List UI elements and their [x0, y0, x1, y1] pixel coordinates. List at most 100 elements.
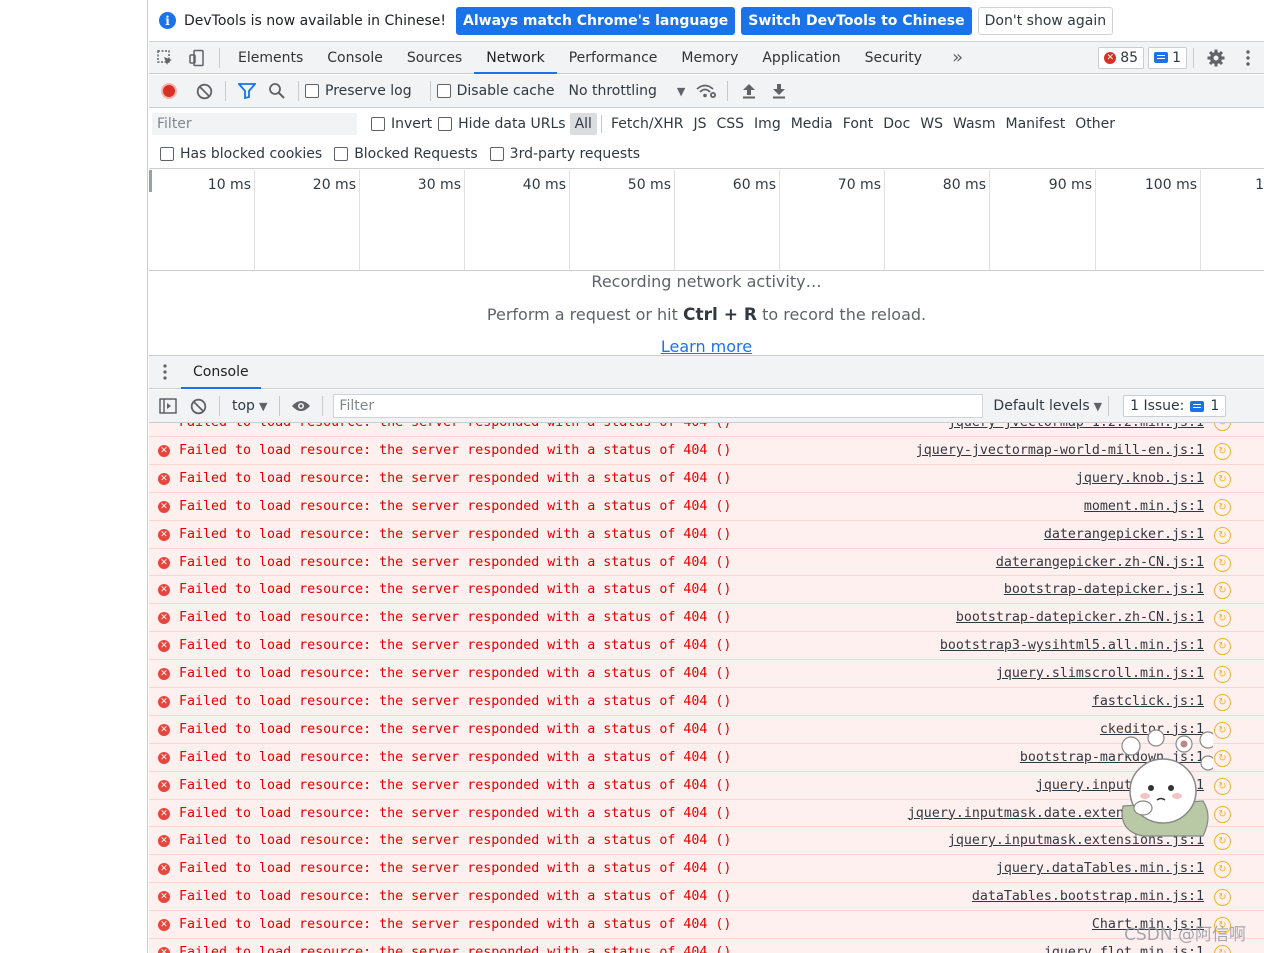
hide-data-urls-checkbox[interactable]: Hide data URLs — [438, 116, 566, 132]
network-conditions-icon[interactable] — [691, 76, 721, 106]
type-filter-other[interactable]: Other — [1070, 113, 1120, 135]
preserve-log-checkbox[interactable]: Preserve log — [305, 83, 412, 99]
console-message-source-link[interactable]: moment.min.js:1 — [1084, 499, 1204, 514]
console-message-source-link[interactable]: jquery.slimscroll.min.js:1 — [996, 666, 1204, 681]
type-filter-ws[interactable]: WS — [915, 113, 948, 135]
tab-performance[interactable]: Performance — [557, 42, 670, 74]
insights-bulb-icon[interactable]: ↻ — [1214, 610, 1231, 628]
checkbox-box[interactable] — [305, 84, 319, 98]
log-levels-select[interactable]: Default levels ▼ — [993, 398, 1102, 414]
timeline-tick: 80 ms — [885, 170, 990, 270]
network-overview-timeline[interactable]: 10 ms 20 ms 30 ms 40 ms 50 ms 60 ms 70 m… — [149, 170, 1264, 271]
live-expression-eye-icon[interactable] — [286, 391, 316, 421]
console-message-source-link[interactable]: bootstrap3-wysihtml5.all.min.js:1 — [940, 638, 1204, 653]
console-message-source-link[interactable]: fastclick.js:1 — [1092, 694, 1204, 709]
type-filter-manifest[interactable]: Manifest — [1001, 113, 1071, 135]
insights-bulb-icon[interactable]: ↻ — [1214, 498, 1231, 516]
record-button[interactable] — [161, 83, 177, 99]
console-message-source-link[interactable]: jquery-jvectormap-1.2.2.min.js:1 — [948, 423, 1204, 430]
type-filter-doc[interactable]: Doc — [878, 113, 915, 135]
switch-language-button[interactable]: Switch DevTools to Chinese — [741, 6, 972, 35]
kebab-menu-icon[interactable] — [1232, 42, 1264, 74]
console-message-source-link[interactable]: daterangepicker.zh-CN.js:1 — [996, 555, 1204, 570]
settings-gear-icon[interactable] — [1200, 42, 1232, 74]
type-filter-media[interactable]: Media — [786, 113, 838, 135]
tab-network[interactable]: Network — [474, 42, 558, 74]
type-filter-js[interactable]: JS — [688, 113, 711, 135]
tab-application[interactable]: Application — [750, 42, 852, 74]
search-icon[interactable] — [262, 76, 292, 106]
console-message-source-link[interactable]: jquery-jvectormap-world-mill-en.js:1 — [916, 443, 1204, 458]
has-blocked-cookies-checkbox[interactable]: Has blocked cookies — [160, 146, 322, 162]
console-message-source-link[interactable]: bootstrap-datepicker.js:1 — [1004, 582, 1204, 597]
sidebar-toggle-icon[interactable] — [153, 391, 183, 421]
insights-bulb-icon[interactable]: ↻ — [1214, 833, 1231, 851]
console-message-source-link[interactable]: jquery.knob.js:1 — [1076, 471, 1204, 486]
insights-bulb-icon[interactable]: ↻ — [1214, 694, 1231, 712]
insights-bulb-icon[interactable]: ↻ — [1214, 861, 1231, 879]
insights-bulb-icon[interactable]: ↻ — [1214, 526, 1231, 544]
checkbox-box[interactable] — [160, 146, 174, 161]
match-language-button[interactable]: Always match Chrome's language — [456, 6, 736, 35]
console-filter-input[interactable]: Filter — [333, 394, 984, 418]
disable-cache-checkbox[interactable]: Disable cache — [436, 83, 554, 99]
tab-sources[interactable]: Sources — [395, 42, 474, 74]
console-message-source-link[interactable]: jquery.flot.min.js:1 — [1044, 945, 1204, 953]
message-count-badge[interactable]: 1 — [1148, 46, 1187, 69]
context-select[interactable]: top ▼ — [226, 398, 273, 414]
insights-bulb-icon[interactable]: ↻ — [1214, 777, 1231, 795]
tab-elements[interactable]: Elements — [226, 42, 315, 74]
insights-bulb-icon[interactable]: ↻ — [1214, 554, 1231, 572]
tab-memory[interactable]: Memory — [669, 42, 750, 74]
type-filter-font[interactable]: Font — [838, 113, 878, 135]
insights-bulb-icon[interactable]: ↻ — [1214, 805, 1231, 823]
console-message-source-link[interactable]: bootstrap-datepicker.zh-CN.js:1 — [956, 610, 1204, 625]
inspect-element-icon[interactable] — [149, 42, 181, 74]
export-har-icon[interactable] — [764, 76, 794, 106]
console-message-text: Failed to load resource: the server resp… — [179, 666, 732, 682]
insights-bulb-icon[interactable]: ↻ — [1214, 638, 1231, 656]
type-filter-img[interactable]: Img — [749, 113, 786, 135]
more-tabs-icon[interactable]: » — [940, 42, 975, 74]
checkbox-box[interactable] — [438, 117, 453, 131]
error-count-badge[interactable]: ✕ 85 — [1098, 46, 1145, 69]
insights-bulb-icon[interactable]: ↻ — [1214, 470, 1231, 488]
third-party-requests-checkbox[interactable]: 3rd-party requests — [489, 146, 640, 162]
console-message-source-link[interactable]: jquery.dataTables.min.js:1 — [996, 861, 1204, 876]
dont-show-again-button[interactable]: Don't show again — [977, 6, 1114, 35]
drawer-tab-console[interactable]: Console — [181, 356, 261, 389]
insights-bulb-icon[interactable]: ↻ — [1214, 423, 1231, 431]
network-filter-input[interactable]: Filter — [152, 113, 357, 135]
tab-security[interactable]: Security — [853, 42, 935, 74]
console-message-source-link[interactable]: dataTables.bootstrap.min.js:1 — [972, 889, 1204, 904]
insights-bulb-icon[interactable]: ↻ — [1214, 582, 1231, 600]
filter-icon[interactable] — [232, 76, 262, 106]
import-har-icon[interactable] — [734, 76, 764, 106]
checkbox-box[interactable] — [371, 117, 385, 131]
clear-icon[interactable] — [189, 76, 219, 106]
blocked-requests-checkbox[interactable]: Blocked Requests — [334, 146, 478, 162]
insights-bulb-icon[interactable]: ↻ — [1214, 666, 1231, 684]
insights-bulb-icon[interactable]: ↻ — [1214, 443, 1231, 460]
issues-counter-button[interactable]: 1 Issue: 1 — [1123, 395, 1227, 417]
insights-bulb-icon[interactable]: ↻ — [1214, 721, 1231, 739]
learn-more-link[interactable]: Learn more — [149, 337, 1264, 355]
throttling-select[interactable]: No throttling ▼ — [568, 83, 685, 99]
type-filter-fetch-xhr[interactable]: Fetch/XHR — [606, 113, 689, 135]
checkbox-box[interactable] — [436, 84, 451, 98]
drawer-menu-icon[interactable] — [149, 364, 181, 380]
type-filter-css[interactable]: CSS — [711, 113, 749, 135]
clear-console-icon[interactable] — [183, 391, 213, 421]
insights-bulb-icon[interactable]: ↻ — [1214, 749, 1231, 767]
device-toolbar-icon[interactable] — [181, 42, 213, 74]
console-message-source-link[interactable]: daterangepicker.js:1 — [1044, 527, 1204, 542]
type-filter-wasm[interactable]: Wasm — [948, 113, 1000, 135]
invert-checkbox[interactable]: Invert — [371, 116, 432, 132]
tab-console[interactable]: Console — [315, 42, 395, 74]
type-filter-all[interactable]: All — [569, 113, 597, 135]
insights-bulb-icon[interactable]: ↻ — [1214, 945, 1231, 953]
checkbox-box[interactable] — [334, 146, 349, 161]
checkbox-box[interactable] — [489, 146, 504, 161]
error-icon: ✕ — [158, 835, 170, 848]
insights-bulb-icon[interactable]: ↻ — [1214, 889, 1231, 907]
